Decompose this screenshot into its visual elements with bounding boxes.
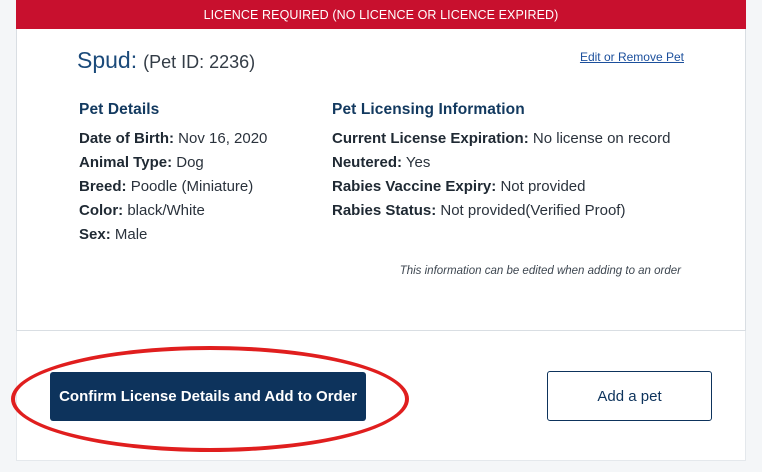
licence-required-banner: LICENCE REQUIRED (NO LICENCE OR LICENCE … xyxy=(16,0,746,29)
detail-label: Animal Type: xyxy=(79,154,173,171)
pet-header: Spud: (Pet ID: 2236) xyxy=(77,47,255,74)
licensing-label: Neutered: xyxy=(332,154,403,171)
licensing-row-rabies-expiry: Rabies Vaccine Expiry: Not provided xyxy=(332,175,670,199)
licensing-row-expiration: Current License Expiration: No license o… xyxy=(332,127,670,151)
pet-details-section: Pet Details Date of Birth: Nov 16, 2020 … xyxy=(79,101,267,247)
detail-label: Color: xyxy=(79,202,124,219)
pet-id: (Pet ID: 2236) xyxy=(143,52,256,72)
licensing-heading: Pet Licensing Information xyxy=(332,101,525,118)
licensing-value: Yes xyxy=(405,154,431,171)
licensing-label: Current License Expiration: xyxy=(332,130,529,147)
licensing-label: Rabies Status: xyxy=(332,202,437,219)
detail-row-dob: Date of Birth: Nov 16, 2020 xyxy=(79,127,267,151)
detail-label: Breed: xyxy=(79,178,127,195)
detail-value: Nov 16, 2020 xyxy=(178,130,268,147)
pet-name: Spud: xyxy=(77,47,138,73)
licensing-value: Not provided xyxy=(500,178,586,195)
edit-remove-pet-link[interactable]: Edit or Remove Pet xyxy=(580,50,684,64)
licensing-value: No license on record xyxy=(532,130,671,147)
detail-label: Date of Birth: xyxy=(79,130,174,147)
licensing-section: Pet Licensing Information Current Licens… xyxy=(332,101,670,223)
detail-label: Sex: xyxy=(79,226,111,243)
pet-details-heading: Pet Details xyxy=(79,101,160,118)
confirm-add-to-order-button[interactable]: Confirm License Details and Add to Order xyxy=(50,372,366,421)
licensing-value: Not provided(Verified Proof) xyxy=(440,202,626,219)
detail-row-animal-type: Animal Type: Dog xyxy=(79,151,267,175)
detail-row-sex: Sex: Male xyxy=(79,223,267,247)
detail-row-breed: Breed: Poodle (Miniature) xyxy=(79,175,267,199)
detail-value: Male xyxy=(114,226,148,243)
add-pet-button[interactable]: Add a pet xyxy=(547,371,712,421)
page: LICENCE REQUIRED (NO LICENCE OR LICENCE … xyxy=(0,0,762,472)
pet-card: Spud: (Pet ID: 2236) Edit or Remove Pet … xyxy=(16,29,746,331)
detail-value: Poodle (Miniature) xyxy=(130,178,254,195)
detail-row-color: Color: black/White xyxy=(79,199,267,223)
edit-info-note: This information can be edited when addi… xyxy=(399,265,681,277)
licensing-row-neutered: Neutered: Yes xyxy=(332,151,670,175)
detail-value: black/White xyxy=(127,202,205,219)
licensing-row-rabies-status: Rabies Status: Not provided(Verified Pro… xyxy=(332,199,670,223)
detail-value: Dog xyxy=(176,154,204,171)
licensing-label: Rabies Vaccine Expiry: xyxy=(332,178,497,195)
